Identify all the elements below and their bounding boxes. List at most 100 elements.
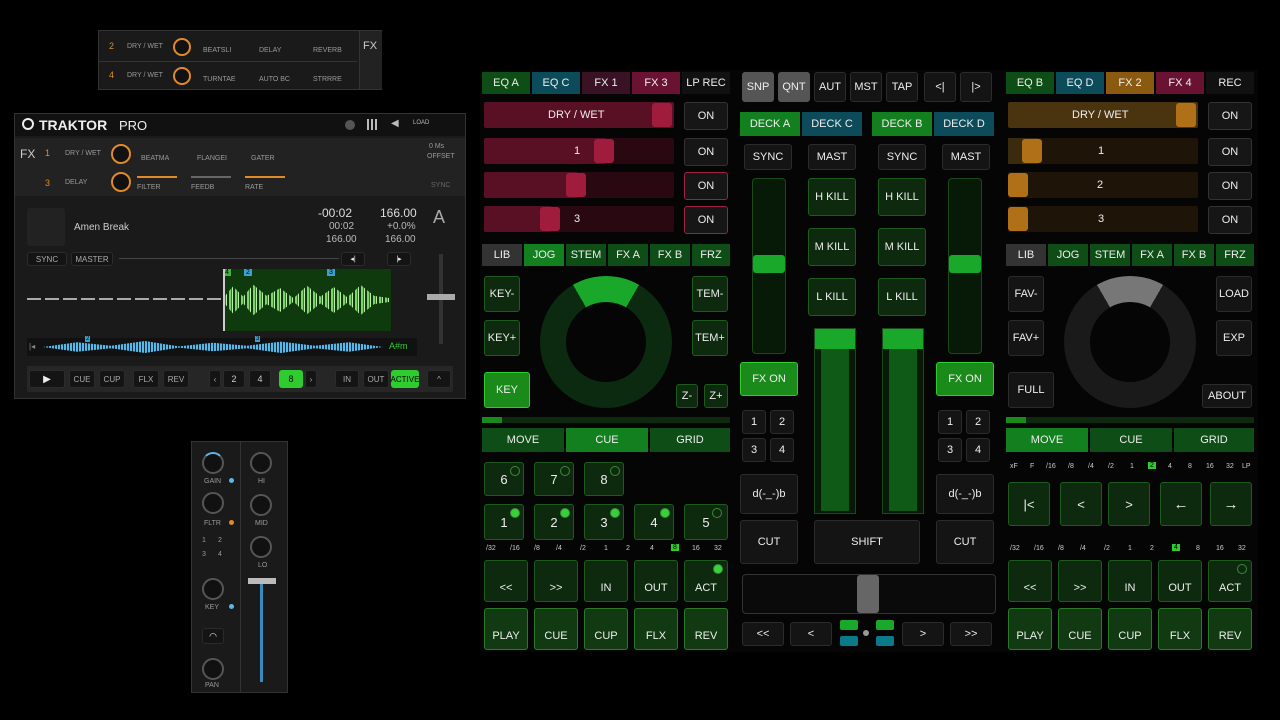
tab-rec[interactable]: REC — [1206, 72, 1254, 94]
fx-param-slider-2[interactable]: 2 — [1008, 172, 1198, 198]
loop-size[interactable]: 32 — [714, 545, 722, 552]
tab-fx-1[interactable]: FX 1 — [582, 72, 630, 94]
loop-size[interactable]: /16 — [510, 545, 520, 552]
drywet-knob[interactable] — [111, 172, 131, 192]
fullscreen-button[interactable]: FULL — [1008, 372, 1054, 408]
cue-mode-move[interactable]: MOVE — [482, 428, 564, 452]
loop-size-next[interactable]: › — [305, 370, 317, 388]
loop-size[interactable]: 32 — [1238, 545, 1246, 552]
mid-eq-knob[interactable] — [250, 494, 272, 516]
lo-eq-knob[interactable] — [250, 536, 272, 558]
fx-unit-3-b[interactable]: 3 — [938, 438, 962, 462]
deck-c-select[interactable]: DECK C — [802, 112, 862, 136]
quantize-button[interactable]: QNT — [778, 72, 810, 102]
loop-size-2[interactable]: 2 — [223, 370, 245, 388]
fx-slot-1[interactable]: TURNTAE — [203, 76, 236, 83]
cue-marker[interactable]: 3 — [327, 269, 335, 276]
next-beat-button[interactable]: |▸ — [387, 252, 411, 266]
load-button[interactable]: LOAD — [1216, 276, 1252, 312]
high-kill-a-button[interactable]: H KILL — [808, 178, 856, 216]
drywet-slider-thumb[interactable] — [652, 103, 672, 127]
loop-out-button[interactable]: OUT — [1158, 560, 1202, 602]
key-plus-button[interactable]: KEY+ — [484, 320, 520, 356]
tap-button[interactable]: TAP — [886, 72, 918, 102]
favorite-minus-button[interactable]: FAV- — [1008, 276, 1044, 312]
master-button[interactable]: MASTER — [71, 252, 113, 266]
master-a-button[interactable]: MAST — [808, 144, 856, 170]
tempo-plus-button[interactable]: TEM+ — [692, 320, 728, 356]
key-button[interactable]: KEY — [484, 372, 530, 408]
fx-param-slider-thumb[interactable] — [1022, 139, 1042, 163]
fx-slot-1[interactable]: BEATSLI — [203, 47, 231, 54]
mode-frz[interactable]: FRZ — [692, 244, 730, 266]
fx-param-slider-3[interactable]: 3 — [1008, 206, 1198, 232]
reverse-button[interactable]: REV — [1208, 608, 1252, 650]
drywet-on-button[interactable]: ON — [1208, 102, 1252, 130]
fx-param-slider-2[interactable]: 2 — [484, 172, 674, 198]
loop-size[interactable]: 4 — [650, 545, 654, 552]
shift-button[interactable]: SHIFT — [814, 520, 920, 564]
loop-size[interactable]: 1 — [1128, 545, 1132, 552]
mid-kill-b-button[interactable]: M KILL — [878, 228, 926, 266]
loop-size[interactable]: /4 — [1080, 545, 1086, 552]
loop-size[interactable]: /2 — [1104, 545, 1110, 552]
fx-param-on-button-3[interactable]: ON — [684, 206, 728, 234]
fx-param-on-button-2[interactable]: ON — [684, 172, 728, 200]
loop-out-button[interactable]: OUT — [363, 370, 389, 388]
move-back-button[interactable]: < — [1060, 482, 1102, 526]
mode-jog[interactable]: JOG — [1048, 244, 1088, 266]
cue-button[interactable]: CUE — [1058, 608, 1102, 650]
drywet-on-button[interactable]: ON — [684, 102, 728, 130]
fx-unit-2-b[interactable]: 2 — [966, 410, 990, 434]
loop-size[interactable]: 8 — [1196, 545, 1200, 552]
drywet-knob[interactable] — [173, 67, 191, 85]
move-size[interactable]: /8 — [1068, 463, 1074, 470]
filter-knob[interactable] — [202, 492, 224, 514]
seek-back-fast-button[interactable]: << — [742, 622, 784, 646]
fx-param-slider[interactable] — [137, 176, 177, 178]
sync-button[interactable]: SYNC — [27, 252, 67, 266]
tab-lp-rec[interactable]: LP REC — [682, 72, 730, 94]
move-size[interactable]: /2 — [1108, 463, 1114, 470]
beatjump-forward-button[interactable]: >> — [1058, 560, 1102, 602]
play-button[interactable]: ▶ — [29, 370, 65, 388]
sync-a-button[interactable]: SYNC — [744, 144, 792, 170]
mode-fx-a[interactable]: FX A — [608, 244, 648, 266]
key-knob[interactable] — [202, 578, 224, 600]
tab-fx-3[interactable]: FX 3 — [632, 72, 680, 94]
hotcue-pad-5[interactable]: 5 — [684, 504, 728, 540]
deck-b-select[interactable]: DECK B — [872, 112, 932, 136]
fx-assign-4[interactable]: 4 — [218, 551, 222, 558]
cue-mode-move[interactable]: MOVE — [1006, 428, 1088, 452]
fx-assign-2[interactable]: 2 — [218, 537, 222, 544]
fx-slot-3[interactable]: STRRRE — [313, 76, 342, 83]
low-kill-b-button[interactable]: L KILL — [878, 278, 926, 316]
pitch-fader-a[interactable] — [752, 178, 786, 354]
fx-param-on-button-2[interactable]: ON — [1208, 172, 1252, 200]
loop-size[interactable]: /16 — [1034, 545, 1044, 552]
loop-size-active[interactable]: 4 — [1172, 544, 1180, 551]
loop-size[interactable]: 2 — [626, 545, 630, 552]
fx-param-slider-1[interactable]: 1 — [484, 138, 674, 164]
fx-slot-3[interactable]: GATER — [251, 155, 275, 162]
reverse-button[interactable]: REV — [684, 608, 728, 650]
master-clock-button[interactable]: MST — [850, 72, 882, 102]
mode-stem[interactable]: STEM — [566, 244, 606, 266]
key-minus-button[interactable]: KEY- — [484, 276, 520, 312]
volume-fader-handle[interactable] — [248, 578, 276, 584]
tempo-up-button[interactable]: |> — [960, 72, 992, 102]
play-button[interactable]: PLAY — [484, 608, 528, 650]
loop-active-button[interactable]: ACTIVE — [391, 370, 419, 388]
mode-frz[interactable]: FRZ — [1216, 244, 1254, 266]
volume-fader-b[interactable] — [882, 328, 924, 514]
cue-button[interactable]: CUE — [534, 608, 578, 650]
snap-button[interactable]: SNP — [742, 72, 774, 102]
drywet-knob[interactable] — [173, 38, 191, 56]
volume-fader-a-handle[interactable] — [815, 329, 855, 349]
fx-assign-3[interactable]: 3 — [202, 551, 206, 558]
fx-param-2[interactable]: FEEDB — [191, 184, 214, 191]
loop-out-button[interactable]: OUT — [634, 560, 678, 602]
mode-lib[interactable]: LIB — [1006, 244, 1046, 266]
gain-knob[interactable] — [202, 452, 224, 474]
volume-fader-track[interactable] — [260, 582, 263, 682]
